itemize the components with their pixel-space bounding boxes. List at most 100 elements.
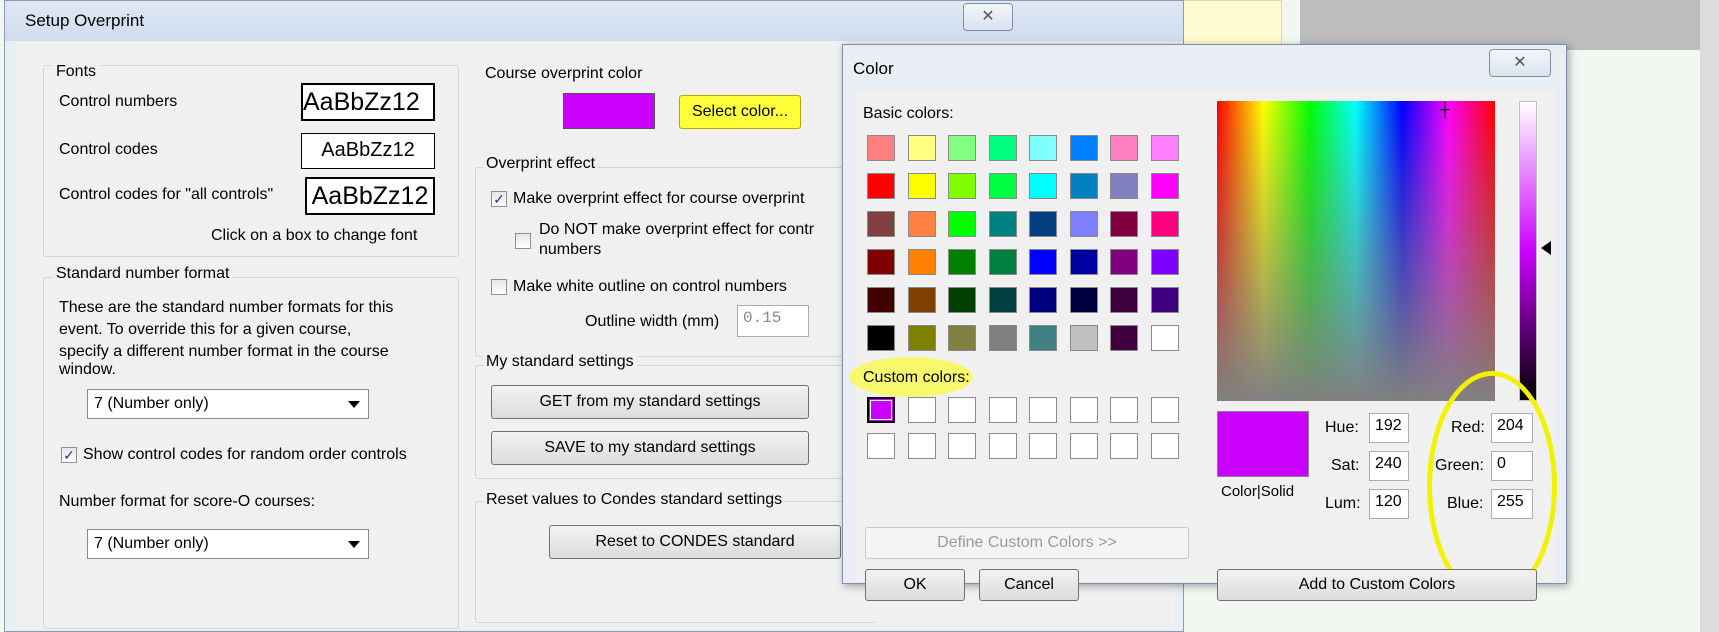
save-settings-button[interactable]: SAVE to my standard settings — [491, 431, 809, 465]
basic-color-swatch[interactable] — [867, 173, 895, 199]
select-color-button[interactable]: Select color... — [679, 95, 801, 129]
background-window-gray — [1300, 0, 1719, 50]
basic-color-swatch[interactable] — [1110, 287, 1138, 313]
lum-input[interactable]: 120 — [1369, 489, 1409, 519]
luminosity-arrow-icon[interactable] — [1541, 241, 1551, 255]
basic-color-swatch[interactable] — [1110, 135, 1138, 161]
color-spectrum[interactable] — [1217, 101, 1495, 401]
basic-color-swatch[interactable] — [948, 287, 976, 313]
basic-color-swatch[interactable] — [1110, 173, 1138, 199]
basic-color-swatch[interactable] — [907, 173, 936, 199]
basic-color-swatch[interactable] — [1029, 249, 1057, 275]
green-input[interactable]: 0 — [1491, 451, 1533, 481]
basic-color-swatch[interactable] — [1069, 249, 1098, 275]
custom-color-swatch[interactable] — [867, 433, 895, 459]
hue-input[interactable]: 192 — [1369, 413, 1409, 443]
custom-color-swatch[interactable] — [1069, 433, 1098, 459]
basic-color-swatch[interactable] — [1029, 325, 1057, 351]
color-close-button[interactable]: ✕ — [1489, 49, 1551, 77]
custom-color-swatch[interactable] — [948, 433, 976, 459]
custom-color-swatch[interactable] — [1029, 433, 1057, 459]
format-description-line-2: event. To override this for a given cour… — [59, 321, 352, 338]
basic-color-swatch[interactable] — [948, 135, 976, 161]
basic-color-swatch[interactable] — [867, 325, 895, 351]
custom-color-swatch[interactable] — [907, 397, 936, 423]
basic-color-swatch[interactable] — [1029, 211, 1057, 237]
outline-width-input[interactable]: 0.15 — [737, 305, 809, 337]
basic-color-swatch[interactable] — [1150, 135, 1179, 161]
basic-color-swatch[interactable] — [1110, 325, 1138, 351]
format-description-line-3: specify a different number format in the… — [59, 343, 389, 360]
basic-color-swatch[interactable] — [907, 249, 936, 275]
custom-color-swatch[interactable] — [948, 397, 976, 423]
basic-color-swatch[interactable] — [1069, 211, 1098, 237]
define-custom-colors-button[interactable]: Define Custom Colors >> — [865, 527, 1189, 559]
basic-color-swatch[interactable] — [867, 287, 895, 313]
basic-color-swatch[interactable] — [1029, 287, 1057, 313]
basic-color-swatch[interactable] — [867, 211, 895, 237]
basic-color-swatch[interactable] — [1069, 135, 1098, 161]
score-o-format-dropdown[interactable]: 7 (Number only) — [87, 529, 369, 559]
reset-condes-button[interactable]: Reset to CONDES standard — [549, 525, 841, 559]
sat-input[interactable]: 240 — [1369, 451, 1409, 481]
basic-color-swatch[interactable] — [988, 249, 1017, 275]
custom-color-swatch[interactable] — [1110, 397, 1138, 423]
basic-color-swatch[interactable] — [907, 211, 936, 237]
basic-color-swatch[interactable] — [1150, 287, 1179, 313]
basic-color-swatch[interactable] — [988, 173, 1017, 199]
basic-color-swatch[interactable] — [988, 135, 1017, 161]
basic-color-swatch[interactable] — [1069, 173, 1098, 199]
reset-group — [475, 501, 876, 623]
basic-color-swatch[interactable] — [1069, 287, 1098, 313]
custom-color-swatch[interactable] — [867, 397, 895, 423]
cancel-button[interactable]: Cancel — [979, 569, 1079, 601]
custom-color-swatch[interactable] — [907, 433, 936, 459]
basic-color-swatch[interactable] — [1069, 325, 1098, 351]
custom-color-swatch[interactable] — [1150, 433, 1179, 459]
luminosity-slider[interactable] — [1519, 101, 1537, 401]
make-effect-checkbox[interactable]: ✓ — [491, 191, 507, 207]
custom-color-swatch[interactable] — [988, 397, 1017, 423]
custom-color-swatch[interactable] — [988, 433, 1017, 459]
do-not-effect-checkbox[interactable] — [515, 233, 531, 249]
basic-color-swatch[interactable] — [1150, 325, 1179, 351]
basic-color-swatch[interactable] — [948, 249, 976, 275]
custom-color-swatch[interactable] — [1069, 397, 1098, 423]
show-codes-checkbox[interactable]: ✓ — [61, 447, 77, 463]
green-label: Green: — [1435, 457, 1484, 474]
basic-color-swatch[interactable] — [948, 173, 976, 199]
custom-color-swatch[interactable] — [1150, 397, 1179, 423]
basic-color-swatch[interactable] — [988, 211, 1017, 237]
basic-color-swatch[interactable] — [907, 287, 936, 313]
basic-color-swatch[interactable] — [867, 135, 895, 161]
basic-color-swatch[interactable] — [1110, 249, 1138, 275]
ok-button[interactable]: OK — [865, 569, 965, 601]
my-settings-legend: My standard settings — [483, 353, 637, 371]
custom-color-swatch[interactable] — [1029, 397, 1057, 423]
basic-color-swatch[interactable] — [1029, 173, 1057, 199]
all-controls-font-box[interactable]: AaBbZz12 — [305, 177, 435, 215]
number-format-dropdown[interactable]: 7 (Number only) — [87, 389, 369, 419]
color-dialog-client: Basic colors: Custom colors: Define Cust… — [849, 91, 1557, 601]
control-codes-font-box[interactable]: AaBbZz12 — [301, 133, 435, 169]
basic-color-swatch[interactable] — [988, 287, 1017, 313]
basic-color-swatch[interactable] — [948, 325, 976, 351]
basic-color-swatch[interactable] — [1150, 173, 1179, 199]
basic-color-swatch[interactable] — [1150, 211, 1179, 237]
basic-color-swatch[interactable] — [948, 211, 976, 237]
get-settings-button[interactable]: GET from my standard settings — [491, 385, 809, 419]
basic-color-swatch[interactable] — [1150, 249, 1179, 275]
basic-color-swatch[interactable] — [988, 325, 1017, 351]
white-outline-checkbox[interactable] — [491, 279, 507, 295]
basic-color-swatch[interactable] — [907, 325, 936, 351]
custom-color-swatch[interactable] — [1110, 433, 1138, 459]
basic-color-swatch[interactable] — [1029, 135, 1057, 161]
basic-color-swatch[interactable] — [1110, 211, 1138, 237]
close-button[interactable]: ✕ — [963, 3, 1013, 31]
red-input[interactable]: 204 — [1491, 413, 1533, 443]
add-to-custom-colors-button[interactable]: Add to Custom Colors — [1217, 569, 1537, 601]
blue-input[interactable]: 255 — [1491, 489, 1533, 519]
control-numbers-font-box[interactable]: AaBbZz12 — [301, 83, 435, 121]
basic-color-swatch[interactable] — [867, 249, 895, 275]
basic-color-swatch[interactable] — [907, 135, 936, 161]
